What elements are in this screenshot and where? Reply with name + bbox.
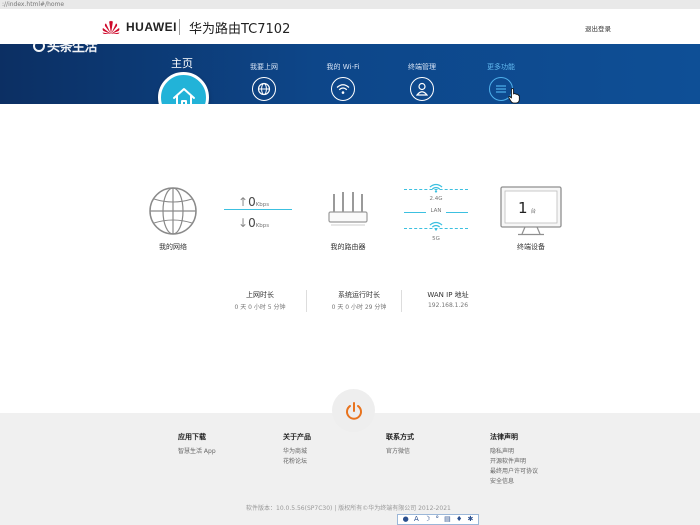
system-uptime-label: 系统运行时长 — [338, 291, 380, 299]
ime-letter-icon[interactable]: A — [414, 515, 419, 524]
band-24-label: 2.4G — [429, 196, 443, 202]
top-bar: HUAWEI 华为路由TC7102 退出登录 — [0, 9, 700, 44]
nav-wifi-label: 我的 Wi-Fi — [326, 63, 360, 71]
nav-devices[interactable]: 终端管理 — [402, 62, 442, 101]
ime-keyboard-icon[interactable]: ▤ — [444, 515, 451, 524]
huawei-logo — [102, 20, 120, 34]
my-router[interactable] — [325, 190, 371, 236]
footer-link[interactable]: 开源软件声明 — [490, 457, 538, 467]
wifi-24-icon — [429, 183, 443, 193]
footer-col-title: 法律声明 — [490, 433, 518, 441]
wifi-icon — [331, 77, 355, 101]
power-icon — [345, 401, 362, 420]
footer-link[interactable]: 隐私声明 — [490, 447, 538, 457]
stat-divider — [306, 290, 307, 312]
nav-wifi[interactable]: 我的 Wi-Fi — [319, 62, 367, 101]
hand-cursor-icon — [508, 88, 520, 104]
ime-moon-icon[interactable]: ☽ — [424, 515, 430, 524]
band-24-line — [404, 189, 468, 190]
nav-more-label: 更多功能 — [487, 63, 515, 71]
ime-settings-icon[interactable]: ✱ — [468, 515, 474, 524]
router-icon — [328, 192, 368, 226]
watermark: 头条生活 — [33, 36, 98, 55]
footer-col-title: 联系方式 — [386, 433, 414, 441]
footer-link[interactable]: 花粉论坛 — [283, 457, 311, 467]
stat-divider — [401, 290, 402, 312]
download-rate: ↓0Kbps — [238, 216, 270, 230]
network-globe-icon — [149, 187, 197, 235]
arrow-up-icon: ↑ — [238, 195, 249, 209]
footer-link[interactable]: 安全信息 — [490, 477, 538, 487]
terminal-devices-label: 终端设备 — [517, 243, 545, 251]
globe-icon — [252, 77, 276, 101]
footer-col-contact: 联系方式 官方微信 — [386, 432, 414, 457]
logout-link[interactable]: 退出登录 — [585, 23, 611, 33]
nav-internet-label: 我要上网 — [250, 63, 278, 71]
brand-name: HUAWEI — [126, 20, 177, 34]
footer-col-title: 关于产品 — [283, 433, 311, 441]
ime-skin-icon[interactable]: ♦ — [456, 515, 462, 524]
online-duration-value: 0 天 0 小时 5 分钟 — [234, 304, 286, 311]
band-5g-label: 5G — [432, 236, 440, 242]
ime-toolbar[interactable]: ● A ☽ ° ▤ ♦ ✱ — [397, 514, 479, 525]
nav-devices-label: 终端管理 — [408, 63, 436, 71]
wan-ip-label: WAN IP 地址 — [427, 291, 469, 299]
watermark-icon — [33, 40, 45, 52]
lan-line-right — [446, 212, 468, 213]
footer-col-title: 应用下载 — [178, 433, 206, 441]
system-uptime-value: 0 天 0 小时 29 分钟 — [331, 304, 387, 311]
copyright: 软件版本：10.0.5.56(SP7C30) | 版权所有©华为终端有限公司 2… — [246, 505, 451, 512]
wan-ip-value: 192.168.1.26 — [427, 302, 469, 309]
lan-label: LAN — [430, 208, 442, 214]
footer-col-legal: 法律声明 隐私声明 开源软件声明 最终用户许可协议 安全信息 — [490, 432, 538, 487]
band-5g-line — [404, 228, 468, 229]
footer-col-app: 应用下载 智慧生活 App — [178, 432, 216, 457]
device-count: 1台 — [518, 199, 537, 217]
nav-internet[interactable]: 我要上网 — [244, 62, 284, 101]
ime-punct-icon[interactable]: ° — [435, 515, 439, 524]
my-network[interactable] — [147, 185, 199, 241]
arrow-down-icon: ↓ — [238, 216, 249, 230]
address-bar[interactable]: ://index.html#/home — [0, 0, 700, 9]
footer-col-about: 关于产品 华为商城 花粉论坛 — [283, 432, 311, 467]
footer-link[interactable]: 智慧生活 App — [178, 447, 216, 457]
brand-divider — [179, 19, 180, 35]
ime-logo-icon[interactable]: ● — [403, 515, 409, 524]
footer-link[interactable]: 最终用户许可协议 — [490, 467, 538, 477]
main-content — [0, 104, 700, 413]
online-duration-label: 上网时长 — [246, 291, 274, 299]
my-router-label: 我的路由器 — [330, 243, 366, 251]
nav-home-label: 主页 — [171, 57, 193, 70]
user-icon — [410, 77, 434, 101]
my-network-label: 我的网络 — [159, 243, 187, 251]
speed-divider — [224, 209, 292, 210]
router-title: 华为路由TC7102 — [189, 22, 291, 37]
footer-link[interactable]: 华为商城 — [283, 447, 311, 457]
power-button[interactable] — [332, 389, 375, 432]
footer-link[interactable]: 官方微信 — [386, 447, 414, 457]
wifi-5g-icon — [429, 221, 443, 231]
upload-rate: ↑0Kbps — [238, 195, 270, 209]
